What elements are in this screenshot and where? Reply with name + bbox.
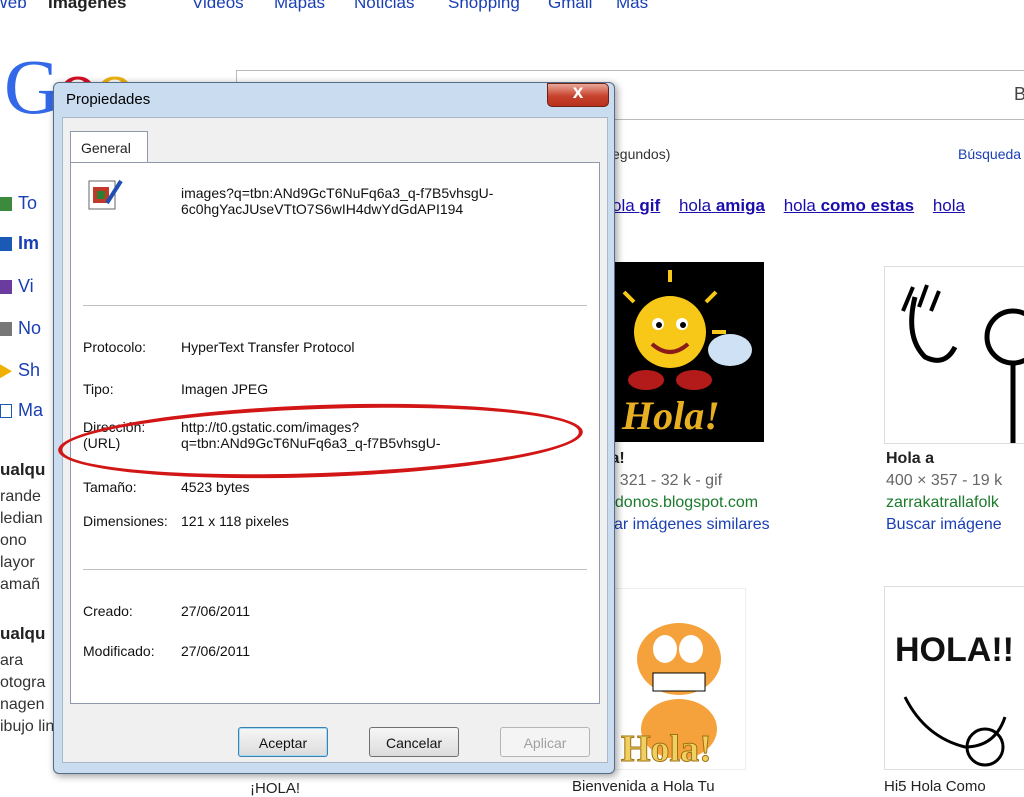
apply-button[interactable]: Aplicar <box>500 727 590 757</box>
top-nav: Web Imágenes Videos Mapas Noticias Shopp… <box>0 0 1024 22</box>
result-thumbnail[interactable] <box>884 266 1024 444</box>
sidebar-item-all[interactable]: To <box>0 193 37 214</box>
related-searches: ola gif hola amiga hola como estas hola <box>612 196 979 216</box>
search-button[interactable]: B <box>1014 84 1024 105</box>
result-caption: Hola a 400 × 357 - 19 k zarrakatrallafol… <box>886 448 1002 536</box>
dimensions-label: Dimensiones: <box>83 513 168 529</box>
type-option[interactable]: otogra <box>0 674 45 692</box>
result-caption: la! × 321 - 32 k - gif ndonos.blogspot.c… <box>606 448 770 536</box>
video-icon <box>0 280 12 295</box>
type-label: Tipo: <box>83 381 114 397</box>
nav-news[interactable]: Noticias <box>354 0 414 13</box>
result-thumbnail[interactable]: Hola! <box>612 588 746 771</box>
nav-more[interactable]: Más <box>616 0 648 13</box>
image-file-icon <box>88 179 123 210</box>
thumb-text: Hola! <box>621 728 713 771</box>
sidebar-item-more[interactable]: Ma <box>0 400 43 421</box>
shopping-tag-icon <box>0 364 12 379</box>
size-option[interactable]: ono <box>0 532 27 550</box>
file-name: images?q=tbn:ANd9GcT6NuFq6a3_q-f7B5vhsgU… <box>181 185 494 217</box>
thumb-text: Hola! <box>622 393 720 438</box>
sidebar-item-shopping[interactable]: Sh <box>0 360 40 381</box>
news-icon <box>0 322 12 337</box>
nav-images[interactable]: Imágenes <box>48 0 126 13</box>
type-option[interactable]: ara <box>0 652 23 670</box>
more-icon <box>0 404 12 419</box>
size-value: 4523 bytes <box>181 479 250 495</box>
size-option[interactable]: amañ <box>0 576 40 594</box>
result-url: ndonos.blogspot.com <box>606 494 759 511</box>
result-meta: × 321 - 32 k - gif <box>606 472 723 489</box>
result-url: zarrakatrallafolk <box>886 494 999 511</box>
dimensions-value: 121 x 118 pixeles <box>181 513 289 529</box>
images-icon <box>0 237 12 252</box>
waving-stickman-icon <box>901 284 1024 443</box>
dialog-title: Propiedades <box>66 91 151 108</box>
thumb-text: HOLA!! <box>895 631 1014 669</box>
related-link[interactable]: hola como estas <box>784 196 914 215</box>
result-thumbnail[interactable]: HOLA!! <box>884 586 1024 770</box>
created-label: Creado: <box>83 603 133 619</box>
nav-web[interactable]: Web <box>0 0 27 13</box>
nav-videos[interactable]: Videos <box>192 0 244 13</box>
size-label: Tamaño: <box>83 479 137 495</box>
separator <box>83 569 587 570</box>
related-link[interactable]: hola amiga <box>679 196 765 215</box>
result-caption[interactable]: Hi5 Hola Como <box>884 778 986 795</box>
related-link[interactable]: hola <box>933 196 965 215</box>
result-thumbnail[interactable]: Hola! <box>612 262 764 442</box>
tab-general[interactable]: General <box>70 131 148 163</box>
size-option[interactable]: layor <box>0 554 35 572</box>
cancel-button[interactable]: Cancelar <box>369 727 459 757</box>
results-stats: egundos) <box>612 146 671 162</box>
size-option[interactable]: ledian <box>0 510 43 528</box>
nav-gmail[interactable]: Gmail <box>548 0 592 13</box>
type-heading: ualqu <box>0 624 46 643</box>
result-title[interactable]: la! <box>606 448 770 470</box>
sidebar-item-news[interactable]: No <box>0 318 41 339</box>
result-title[interactable]: Hola a <box>886 448 1002 470</box>
created-value: 27/06/2011 <box>181 603 251 619</box>
green-square-icon <box>0 197 12 212</box>
type-option[interactable]: nagen <box>0 696 45 714</box>
size-option[interactable]: rande <box>0 488 41 506</box>
close-button[interactable]: X <box>547 83 609 107</box>
waving-hand-icon <box>903 696 1007 767</box>
sidebar-item-images[interactable]: Im <box>0 233 39 254</box>
related-link[interactable]: ola gif <box>612 196 660 215</box>
protocol-value: HyperText Transfer Protocol <box>181 339 355 355</box>
nav-shopping[interactable]: Shopping <box>448 0 520 13</box>
protocol-label: Protocolo: <box>83 339 147 355</box>
type-value: Imagen JPEG <box>181 381 269 397</box>
result-caption[interactable]: Bienvenida a Hola Tu <box>572 778 715 795</box>
modified-value: 27/06/2011 <box>181 643 251 659</box>
size-heading: ualqu <box>0 460 46 479</box>
modified-label: Modificado: <box>83 643 155 659</box>
result-meta: 400 × 357 - 19 k <box>886 472 1003 489</box>
result-caption[interactable]: ¡HOLA! <box>250 780 300 797</box>
sidebar-item-videos[interactable]: Vi <box>0 276 34 297</box>
similar-images-link[interactable]: car imágenes similares <box>606 514 770 536</box>
ok-button[interactable]: Aceptar <box>238 727 328 757</box>
advanced-search-link[interactable]: Búsqueda <box>958 146 1021 162</box>
separator <box>83 305 587 306</box>
similar-images-link[interactable]: Buscar imágene <box>886 514 1002 536</box>
nav-maps[interactable]: Mapas <box>274 0 325 13</box>
